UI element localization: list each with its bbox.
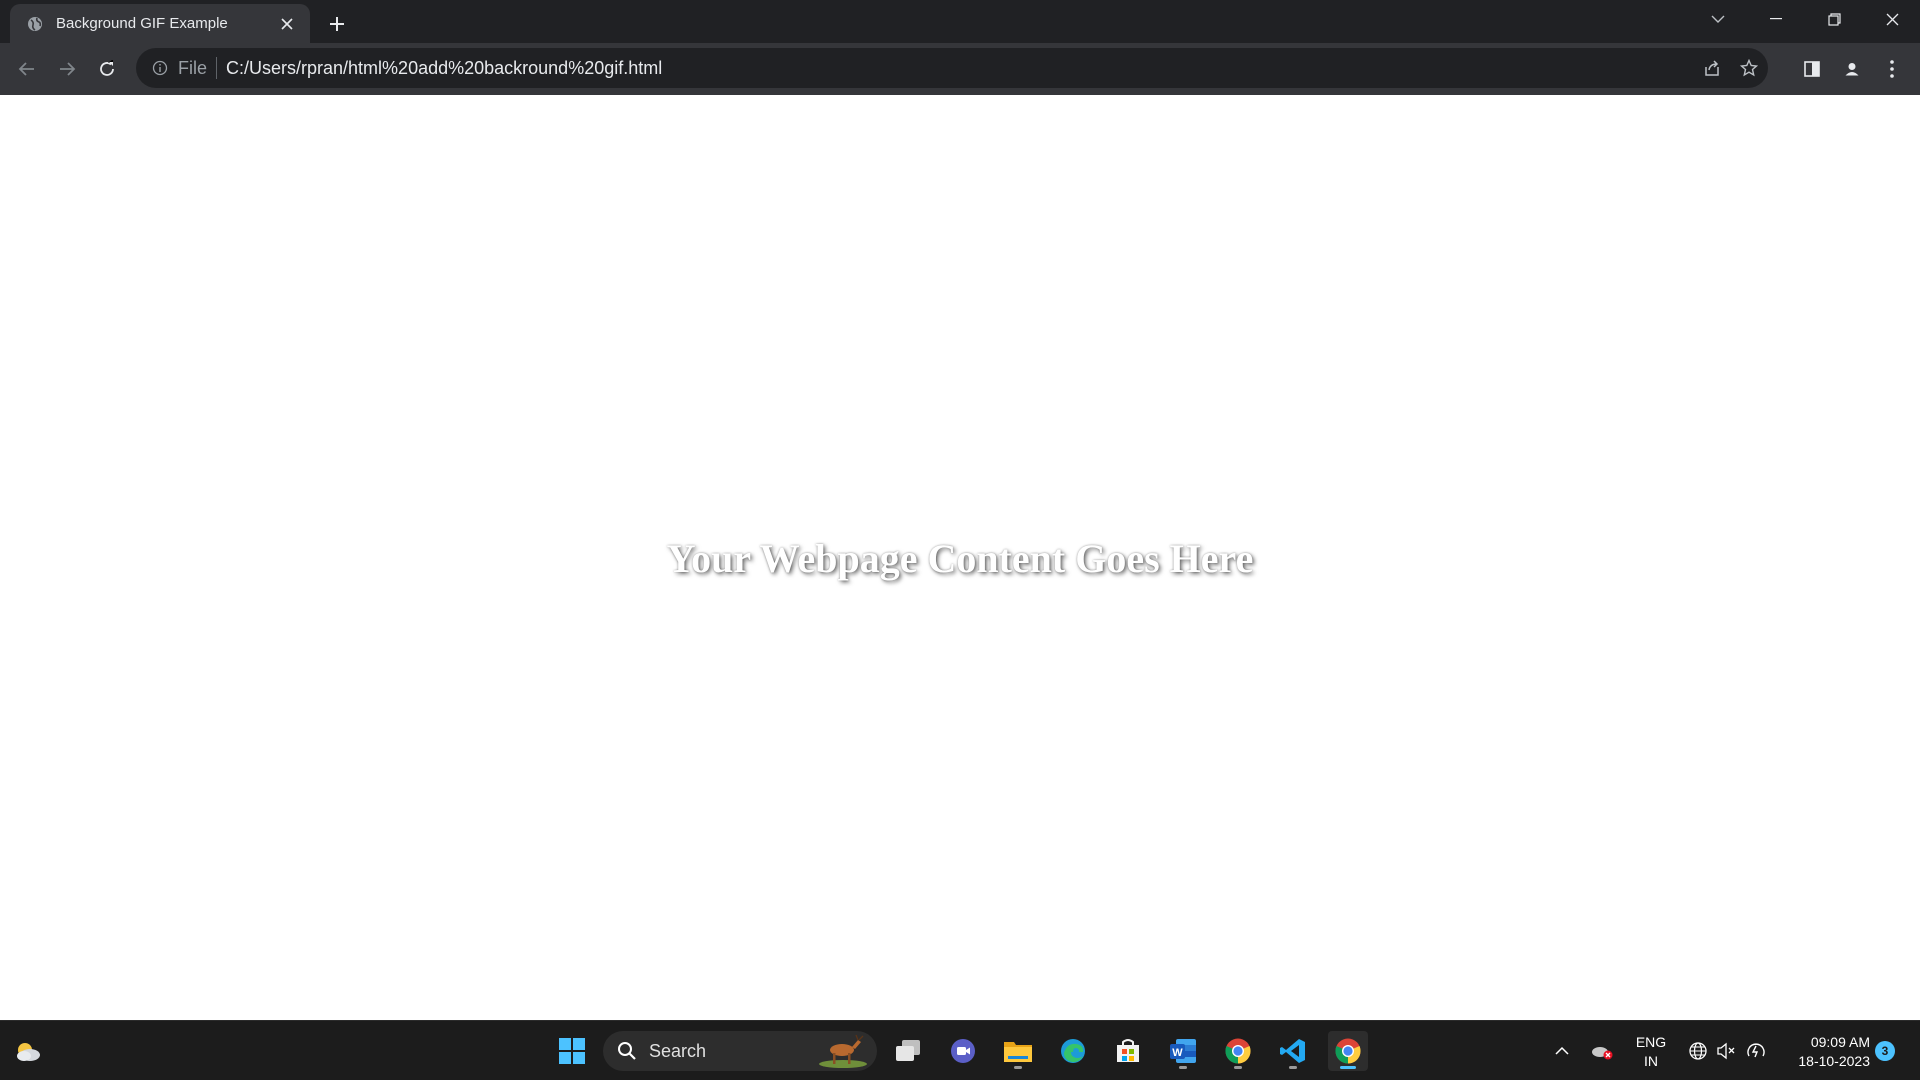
bookmark-star-icon[interactable] xyxy=(1733,52,1765,84)
search-icon xyxy=(618,1042,636,1060)
system-clock[interactable]: 09:09 AM 18-10-2023 xyxy=(1780,1033,1870,1071)
active-indicator xyxy=(1340,1066,1356,1069)
microsoft-store-icon[interactable] xyxy=(1108,1031,1148,1071)
forward-button[interactable] xyxy=(51,53,83,85)
volume-muted-icon[interactable] xyxy=(1714,1039,1738,1063)
close-window-button[interactable] xyxy=(1866,0,1918,38)
clock-date: 18-10-2023 xyxy=(1798,1053,1870,1069)
svg-text:W: W xyxy=(1172,1047,1183,1059)
site-info-icon[interactable] xyxy=(150,58,170,78)
minimize-button[interactable] xyxy=(1750,0,1802,38)
taskbar-search[interactable]: Search xyxy=(603,1031,877,1071)
search-highlight-deer-icon xyxy=(819,1034,867,1068)
teams-chat-icon[interactable] xyxy=(943,1031,983,1071)
tab-active[interactable]: Background GIF Example xyxy=(10,4,310,43)
close-tab-icon[interactable] xyxy=(276,13,298,35)
chrome-icon[interactable] xyxy=(1218,1031,1258,1071)
search-label: Search xyxy=(649,1040,707,1061)
side-panel-icon[interactable] xyxy=(1796,53,1828,85)
reload-button[interactable] xyxy=(91,53,123,85)
task-view-icon[interactable] xyxy=(888,1031,928,1071)
file-explorer-icon[interactable] xyxy=(998,1031,1038,1071)
clock-time: 09:09 AM xyxy=(1810,1034,1870,1050)
network-globe-icon[interactable] xyxy=(1686,1039,1710,1063)
vscode-icon[interactable] xyxy=(1273,1031,1313,1071)
browser-toolbar: File C:/Users/rpran/html%20add%20backrou… xyxy=(0,43,1920,95)
share-icon[interactable] xyxy=(1696,52,1728,84)
taskbar: Search W ENG IN 09:09 AM 18-10-2023 3 xyxy=(0,1020,1920,1080)
language-code: ENG xyxy=(1635,1034,1667,1050)
input-language[interactable]: ENG IN xyxy=(1630,1033,1672,1071)
globe-icon xyxy=(26,15,44,33)
word-icon[interactable]: W xyxy=(1163,1031,1203,1071)
chrome-active-icon[interactable] xyxy=(1328,1031,1368,1071)
edge-icon[interactable] xyxy=(1053,1031,1093,1071)
omnibox-divider xyxy=(216,57,218,79)
weather-widget-icon[interactable] xyxy=(8,1031,48,1071)
battery-charging-icon[interactable] xyxy=(1744,1039,1768,1063)
chevron-up-icon[interactable] xyxy=(1550,1039,1574,1063)
tab-strip: Background GIF Example xyxy=(0,0,1920,43)
tab-title: Background GIF Example xyxy=(56,15,228,32)
profile-avatar-icon[interactable] xyxy=(1836,53,1868,85)
notification-badge[interactable]: 3 xyxy=(1875,1041,1895,1061)
page-headline: Your Webpage Content Goes Here xyxy=(666,536,1254,581)
running-indicator xyxy=(1234,1066,1242,1069)
back-button[interactable] xyxy=(11,53,43,85)
running-indicator xyxy=(1179,1066,1187,1069)
restore-button[interactable] xyxy=(1808,0,1860,38)
running-indicator xyxy=(1014,1066,1022,1069)
new-tab-button[interactable] xyxy=(322,9,352,39)
address-bar[interactable]: File C:/Users/rpran/html%20add%20backrou… xyxy=(136,48,1768,88)
tab-search-chevron-icon[interactable] xyxy=(1692,0,1744,38)
kebab-menu-icon[interactable] xyxy=(1876,53,1908,85)
scheme-label: File xyxy=(178,57,208,78)
onedrive-error-icon[interactable] xyxy=(1590,1039,1614,1063)
running-indicator xyxy=(1289,1066,1297,1069)
language-region: IN xyxy=(1644,1053,1658,1069)
page-viewport: Your Webpage Content Goes Here xyxy=(0,95,1920,1020)
browser-window: Background GIF Example File C:/Users/rpr… xyxy=(0,0,1920,1080)
start-icon[interactable] xyxy=(552,1031,592,1071)
url-text[interactable]: C:/Users/rpran/html%20add%20backround%20… xyxy=(226,58,662,79)
